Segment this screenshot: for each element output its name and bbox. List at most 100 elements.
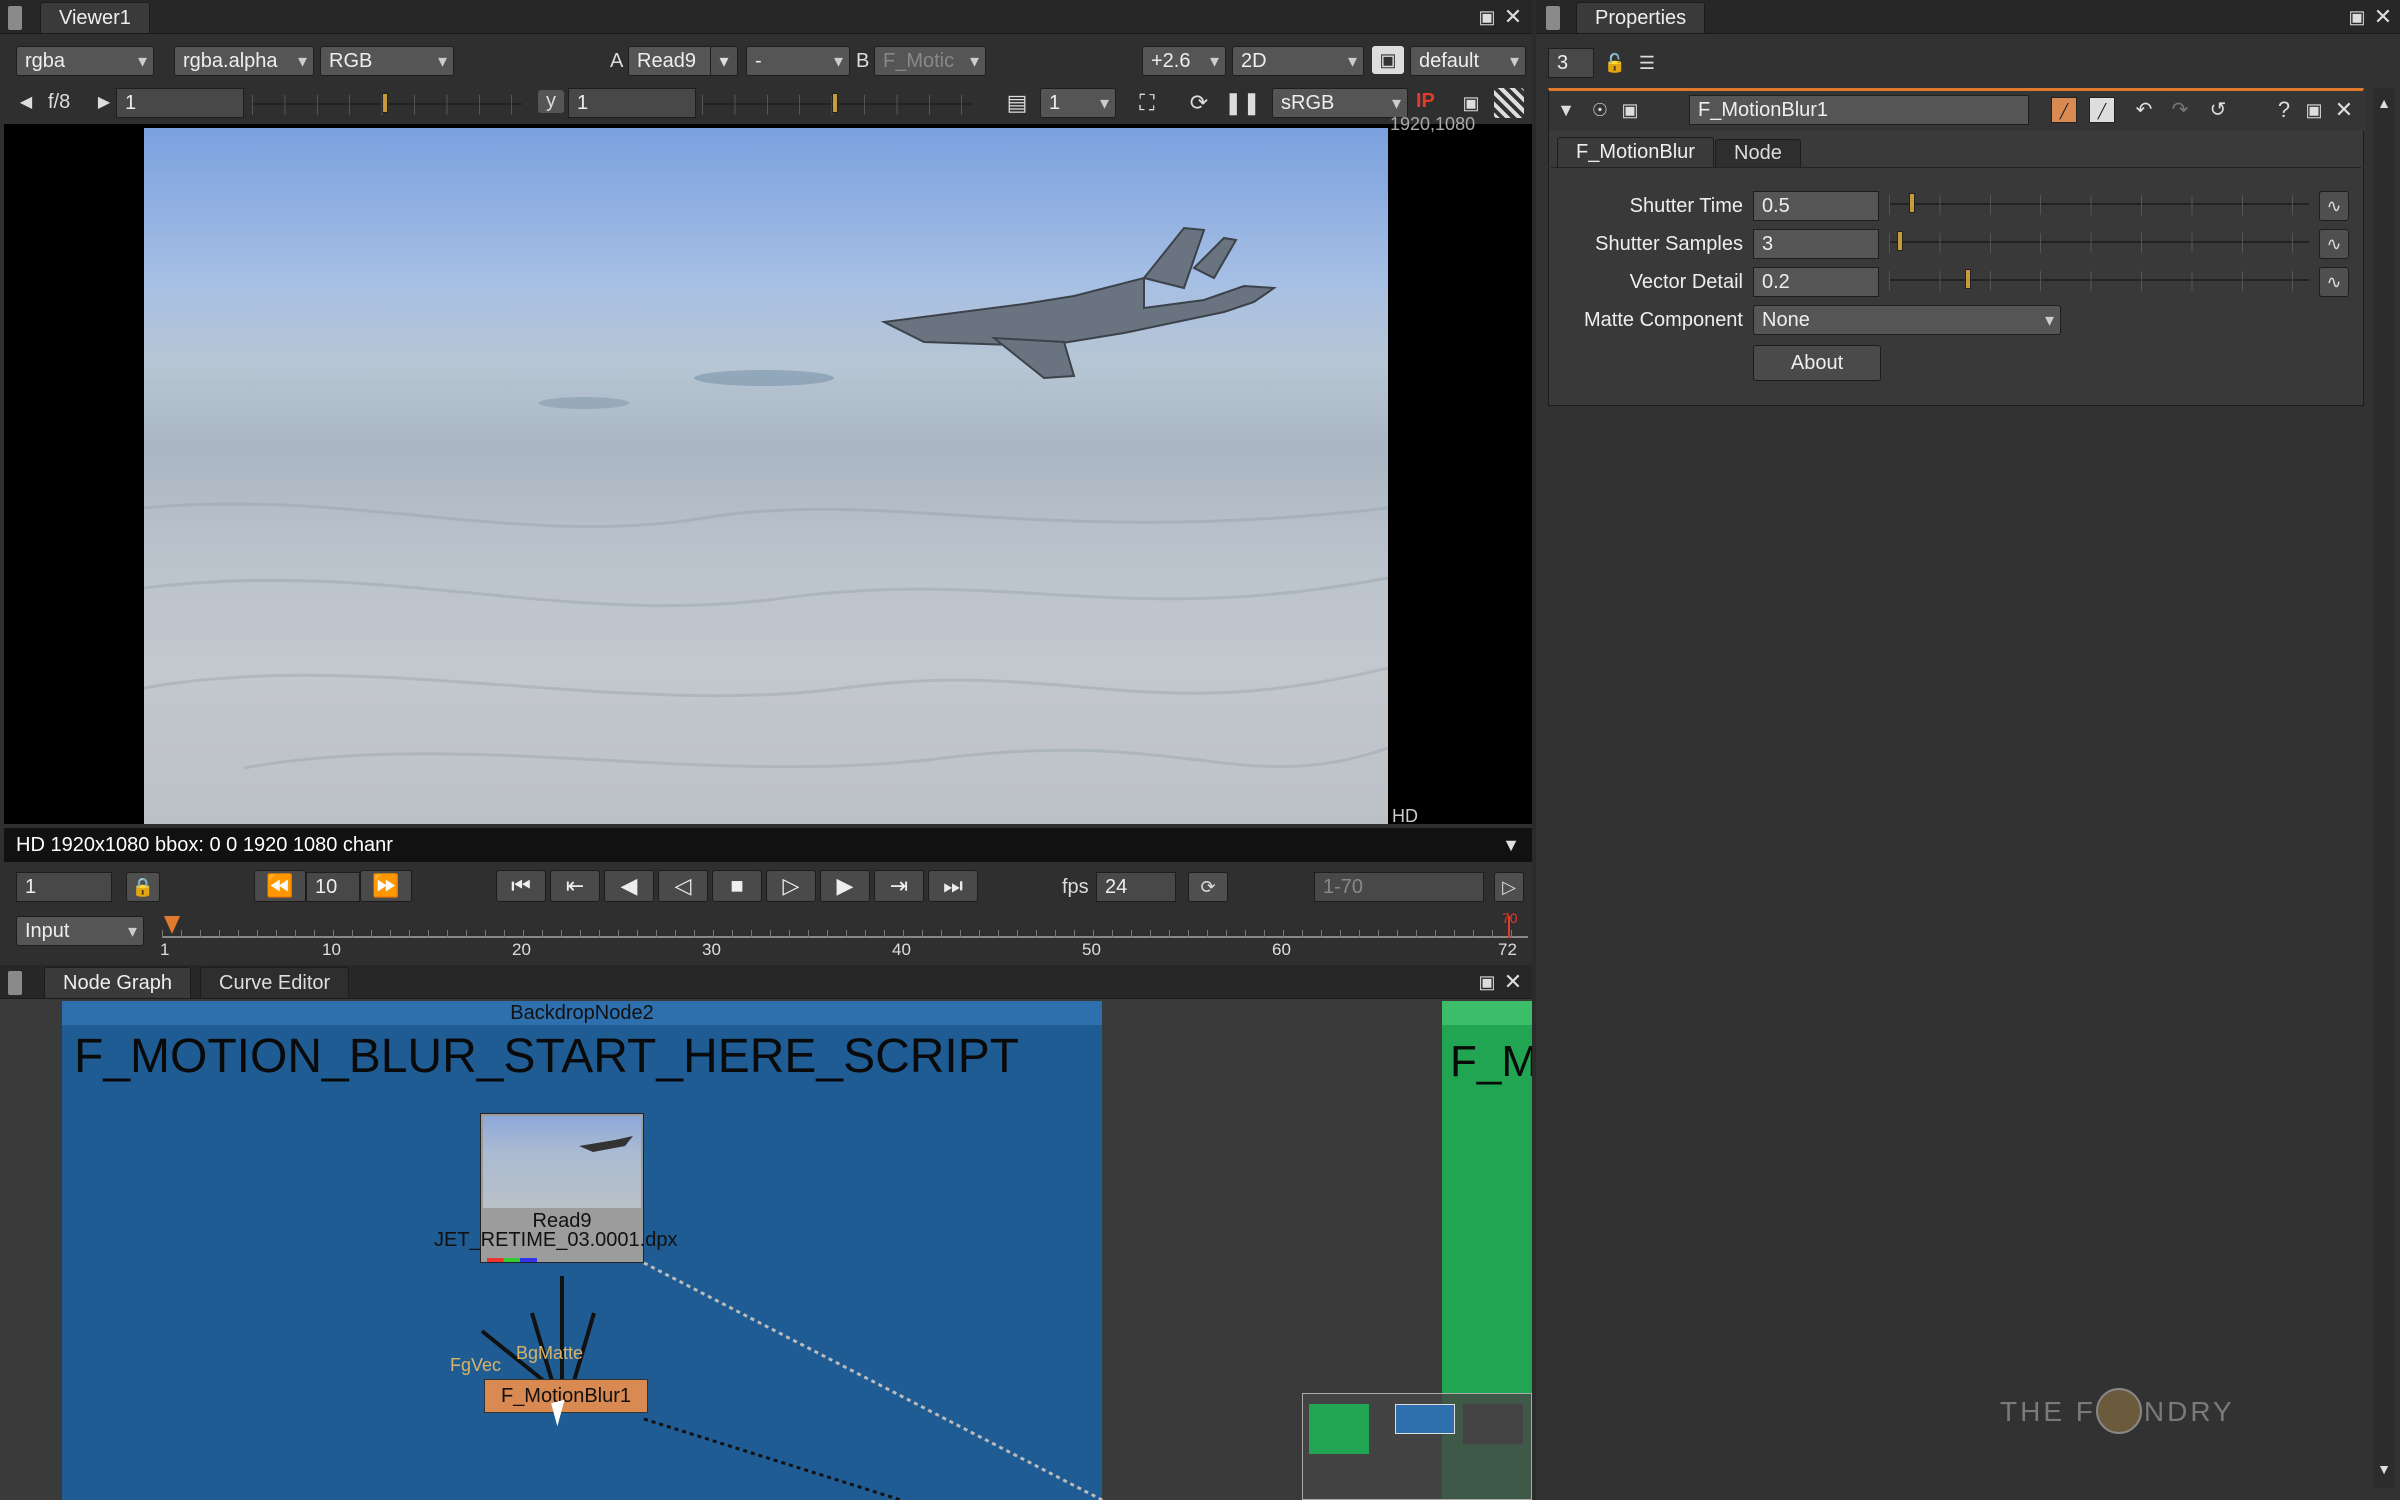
step-field[interactable]: 10: [306, 872, 360, 902]
alpha-channel-dropdown[interactable]: rgba.alpha: [174, 46, 314, 76]
playhead-marker[interactable]: [164, 916, 180, 934]
lock-icon[interactable]: 🔒: [126, 872, 160, 902]
fstop-left-arrow-icon[interactable]: ◀: [18, 88, 34, 118]
lock-panels-icon[interactable]: 🔓: [1602, 48, 1628, 78]
properties-float-icon[interactable]: ▣: [2344, 2, 2370, 32]
float-pane-icon[interactable]: ▣: [1474, 2, 1500, 32]
gamma-label: y: [538, 90, 564, 113]
redo-icon[interactable]: ↷: [2165, 95, 2195, 125]
gain-slider[interactable]: [252, 91, 522, 117]
vector-detail-field[interactable]: 0.2: [1753, 267, 1879, 297]
step-back-button[interactable]: ⏪: [254, 870, 306, 902]
input-b-label: B: [856, 50, 870, 72]
shutter-samples-field[interactable]: 3: [1753, 229, 1879, 259]
fstop-value[interactable]: f/8: [48, 91, 70, 114]
shutter-time-field[interactable]: 0.5: [1753, 191, 1879, 221]
input-b-dropdown[interactable]: F_Motic: [874, 46, 986, 76]
step-forward-button[interactable]: ⏩: [360, 870, 412, 902]
properties-pane-grip[interactable]: [1546, 6, 1560, 30]
refresh-icon[interactable]: ⟳: [1182, 88, 1216, 118]
shutter-time-slider[interactable]: [1889, 191, 2309, 217]
panel-float-icon[interactable]: ▣: [2301, 95, 2327, 125]
input-a-op-dropdown[interactable]: -: [746, 46, 850, 76]
channels-dropdown[interactable]: rgba: [16, 46, 154, 76]
node-color-icon[interactable]: ╱: [2051, 97, 2077, 123]
node-center-icon[interactable]: ☉: [1587, 95, 1613, 125]
gamma-slider[interactable]: [702, 91, 972, 117]
viewer-pane-grip[interactable]: [8, 6, 22, 30]
tab-f-motionblur[interactable]: F_MotionBlur: [1557, 137, 1714, 167]
revert-icon[interactable]: ↺: [2203, 95, 2233, 125]
fps-field[interactable]: 24: [1096, 872, 1176, 902]
properties-close-icon[interactable]: ✕: [2370, 2, 2396, 32]
input-a-arrow[interactable]: ▾: [710, 46, 738, 76]
range-lock-icon[interactable]: ▷: [1494, 872, 1524, 902]
camera-icon[interactable]: ▣: [1372, 46, 1404, 74]
scroll-down-icon[interactable]: ▼: [2374, 1454, 2394, 1484]
shutter-samples-anim-icon[interactable]: ∿: [2319, 229, 2349, 259]
help-icon[interactable]: ?: [2271, 95, 2297, 125]
prev-keyframe-button[interactable]: ⇤: [550, 870, 600, 902]
end-marker-label: 70: [1502, 910, 1518, 926]
timeline-input-dropdown[interactable]: Input: [16, 916, 144, 946]
prev-frame-button[interactable]: ◀: [604, 870, 654, 902]
undo-icon[interactable]: ↶: [2129, 95, 2159, 125]
view-mode-dropdown[interactable]: 2D: [1232, 46, 1364, 76]
stop-button[interactable]: ■: [712, 870, 762, 902]
max-panels-field[interactable]: 3: [1548, 48, 1594, 78]
tab-properties[interactable]: Properties: [1576, 2, 1706, 33]
play-forward-button[interactable]: ▷: [766, 870, 816, 902]
node-graph-minimap[interactable]: [1302, 1393, 1532, 1500]
timeline-ruler[interactable]: 70: [162, 910, 1528, 964]
timeline-tick-2: 20: [512, 940, 531, 959]
node-graph-float-icon[interactable]: ▣: [1474, 967, 1500, 997]
gain-field[interactable]: 1: [116, 88, 244, 118]
node-input-icon[interactable]: ▣: [1617, 95, 1643, 125]
downrez-dropdown[interactable]: 1: [1040, 88, 1116, 118]
lut-profile-dropdown[interactable]: default: [1410, 46, 1526, 76]
colorspace-dropdown[interactable]: sRGB: [1272, 88, 1408, 118]
pause-icon[interactable]: ❚❚: [1224, 88, 1261, 118]
panel-close-icon[interactable]: ✕: [2331, 95, 2357, 125]
tab-viewer1[interactable]: Viewer1: [40, 2, 150, 33]
vector-detail-anim-icon[interactable]: ∿: [2319, 267, 2349, 297]
first-frame-button[interactable]: ⏮: [496, 870, 546, 902]
vector-detail-slider[interactable]: [1889, 267, 2309, 293]
tab-curve-editor[interactable]: Curve Editor: [200, 967, 350, 998]
scroll-up-icon[interactable]: ▲: [2374, 88, 2394, 118]
jet-image: [144, 226, 1388, 770]
proxy-icon[interactable]: ⛶: [1130, 88, 1164, 118]
node-graph-pane-grip[interactable]: [8, 971, 22, 995]
shutter-samples-slider[interactable]: [1889, 229, 2309, 255]
ip-button[interactable]: IP: [1416, 90, 1435, 113]
frame-range-field[interactable]: 1-70: [1314, 872, 1484, 902]
timeline-tick-4: 40: [892, 940, 911, 959]
info-bar-expand-icon[interactable]: ▼: [1498, 830, 1524, 860]
collapse-arrow-icon[interactable]: ▼: [1555, 95, 1577, 125]
node-tile-color-icon[interactable]: ╱: [2089, 97, 2115, 123]
gamma-field[interactable]: 1: [568, 88, 696, 118]
tab-node-graph[interactable]: Node Graph: [44, 967, 191, 998]
loop-mode-icon[interactable]: ⟳: [1188, 872, 1228, 902]
node-graph-close-icon[interactable]: ✕: [1500, 967, 1526, 997]
node-name-field[interactable]: F_MotionBlur1: [1689, 95, 2029, 125]
play-backward-button[interactable]: ◁: [658, 870, 708, 902]
checker-icon[interactable]: [1494, 88, 1524, 118]
last-frame-button[interactable]: ⏭: [928, 870, 978, 902]
display-mode-dropdown[interactable]: RGB: [320, 46, 454, 76]
matte-component-dropdown[interactable]: None: [1753, 305, 2061, 335]
matte-component-label: Matte Component: [1584, 309, 1743, 331]
shutter-time-anim-icon[interactable]: ∿: [2319, 191, 2349, 221]
close-pane-icon[interactable]: ✕: [1500, 2, 1526, 32]
roi-icon[interactable]: ▤: [1000, 88, 1034, 118]
gain-dropdown[interactable]: +2.6: [1142, 46, 1226, 76]
next-keyframe-button[interactable]: ⇥: [874, 870, 924, 902]
tab-node[interactable]: Node: [1715, 139, 1801, 167]
fstop-right-arrow-icon[interactable]: ▶: [96, 88, 112, 118]
node-graph-canvas[interactable]: BackdropNode2 F_MOTION_BLUR_START_HERE_S…: [4, 1001, 1532, 1500]
clear-panels-icon[interactable]: ☰: [1630, 48, 1664, 78]
properties-scrollbar[interactable]: ▲ ▼: [2374, 88, 2394, 1488]
frame-field[interactable]: 1: [16, 872, 112, 902]
about-button[interactable]: About: [1753, 345, 1881, 381]
next-frame-button[interactable]: ▶: [820, 870, 870, 902]
